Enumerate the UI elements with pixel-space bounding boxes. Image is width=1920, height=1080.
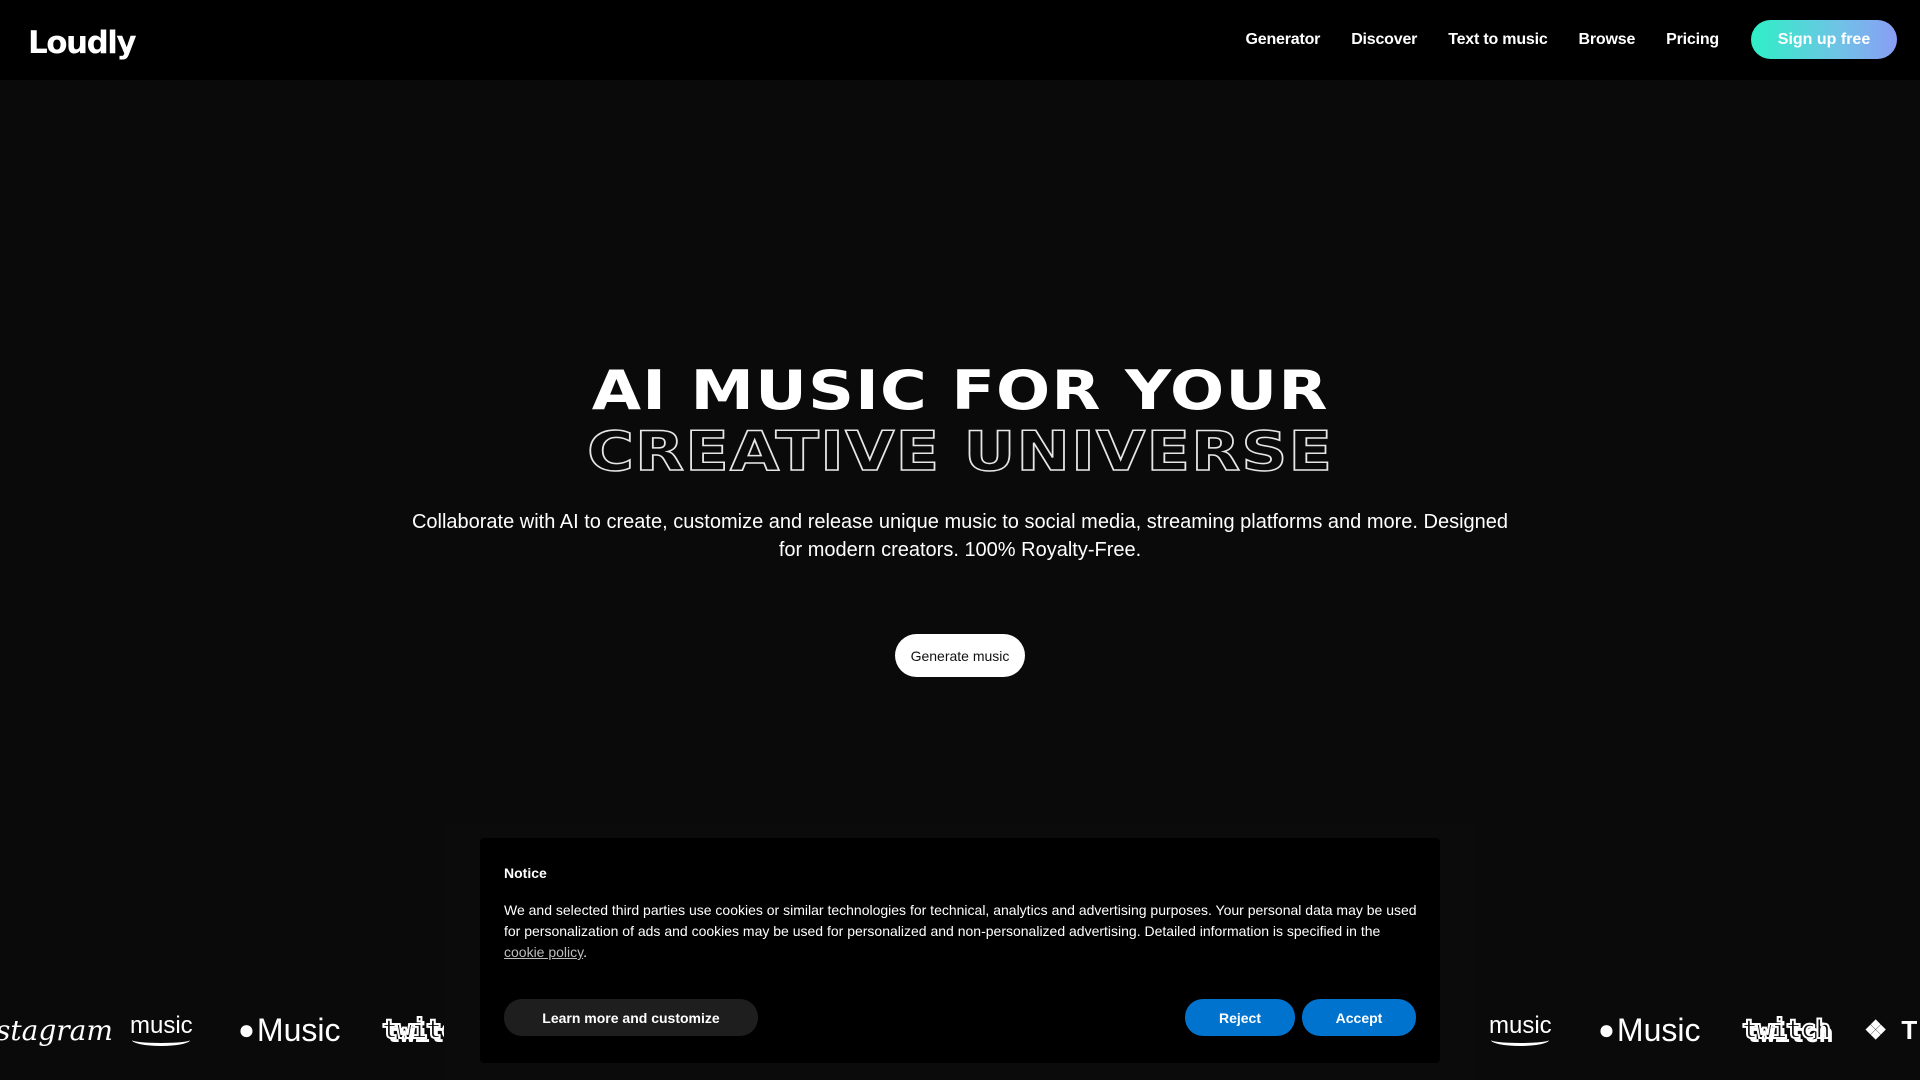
amazon-music-logo-2: music [1489,1000,1552,1060]
nav-text-to-music[interactable]: Text to music [1448,31,1548,49]
instagram-logo: stagram [0,1013,113,1047]
cookie-notice-body: We and selected third parties use cookie… [504,902,1417,939]
amazon-smile-icon [1491,1034,1550,1046]
apple-music-text: Music [256,1011,341,1048]
learn-more-customize-button[interactable]: Learn more and customize [504,999,758,1036]
tidal-icon: ❖ [1864,1014,1888,1045]
nav-discover[interactable]: Discover [1351,31,1417,49]
hero-subtitle: Collaborate with AI to create, customize… [411,511,1509,561]
apple-music-logo: ● Music [238,1000,340,1060]
cookie-notice-dialog: Notice We and selected third parties use… [480,838,1440,1063]
generate-music-button[interactable]: Generate music [895,634,1025,677]
apple-icon: ● [1598,1014,1615,1045]
nav-generator[interactable]: Generator [1246,31,1321,49]
apple-music-text: Music [1616,1011,1701,1048]
cookie-policy-link[interactable]: cookie policy [504,944,583,960]
tidal-logo: ❖ T [1864,1000,1917,1060]
loudly-logo[interactable]: Loudly [28,25,137,61]
apple-music-logo-2: ● Music [1598,1000,1700,1060]
main-nav: Generator Discover Text to music Browse … [1246,20,1897,59]
apple-icon: ● [238,1014,255,1045]
amazon-music-logo: music [130,1000,193,1060]
site-header: Loudly Generator Discover Text to music … [0,0,1920,80]
cookie-notice-text: We and selected third parties use cookie… [504,900,1424,963]
accept-button[interactable]: Accept [1302,999,1416,1036]
cookie-notice-end: . [583,944,588,960]
reject-button[interactable]: Reject [1185,999,1295,1036]
twitch-logo-2: twitch [1741,1014,1832,1046]
cookie-notice-title: Notice [504,865,547,881]
nav-browse[interactable]: Browse [1579,31,1636,49]
hero-title-line1: AI MUSIC FOR YOUR [591,359,1329,422]
amazon-smile-icon [132,1034,191,1046]
nav-pricing[interactable]: Pricing [1666,31,1719,49]
hero-title-line2: CREATIVE UNIVERSE [586,420,1334,483]
hero-section: AI MUSIC FOR YOUR CREATIVE UNIVERSE [0,359,1920,483]
sign-up-button[interactable]: Sign up free [1751,20,1897,59]
tidal-text: T [1901,1014,1918,1045]
